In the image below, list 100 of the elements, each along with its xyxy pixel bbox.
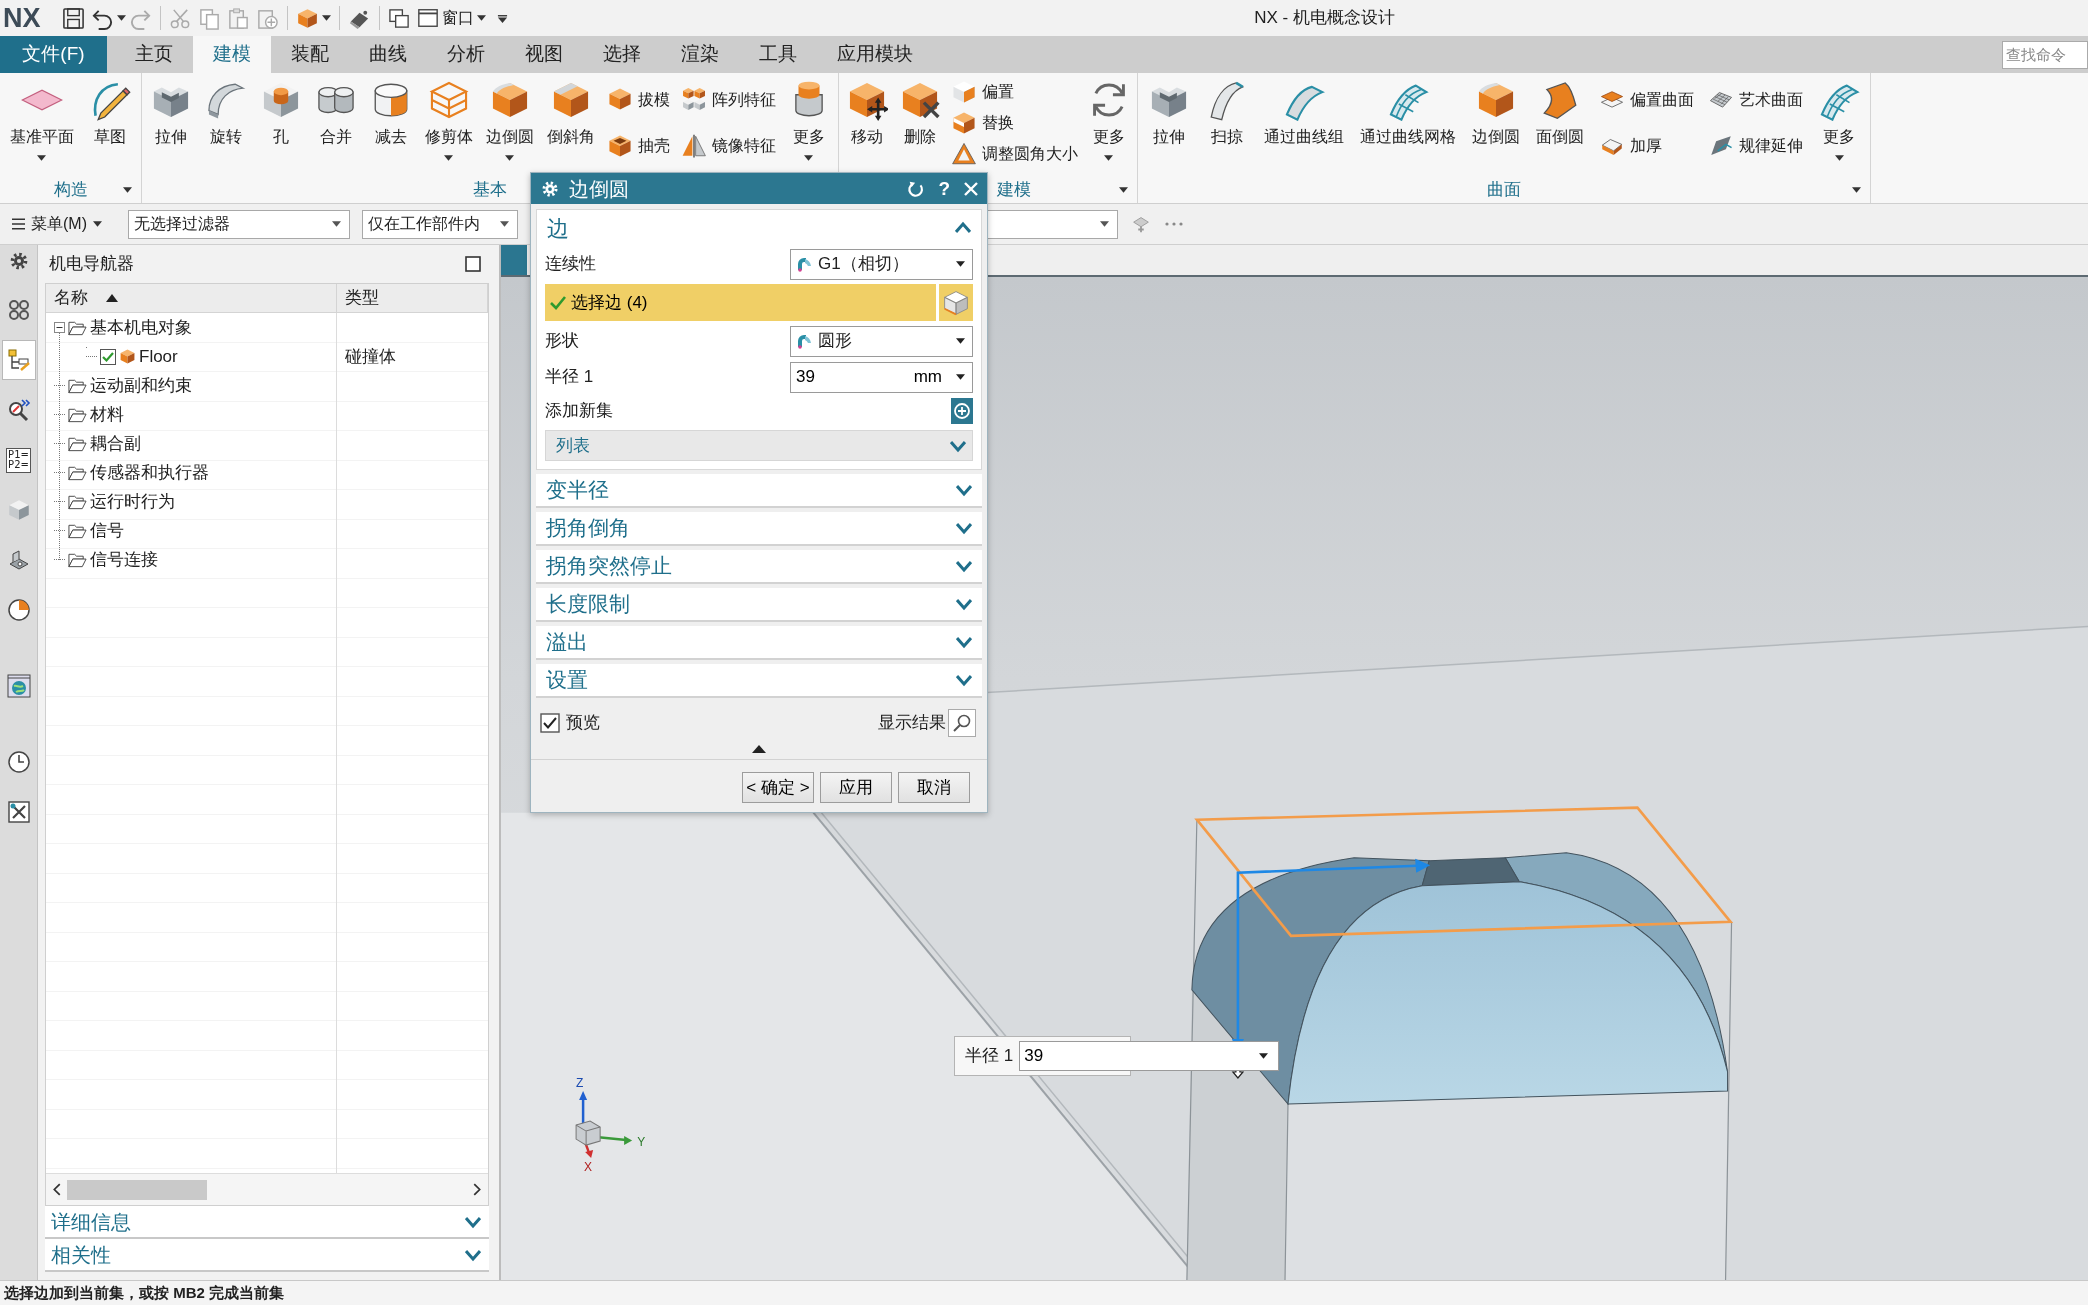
chevron-down-icon[interactable] [956, 597, 972, 611]
tree-node[interactable]: 信号 [90, 517, 124, 544]
chevron-down-icon[interactable] [465, 1247, 481, 1262]
chevron-down-icon[interactable] [956, 673, 972, 687]
ribbon-button[interactable]: 拉伸 [1145, 76, 1193, 147]
section-header[interactable]: 长度限制 [536, 588, 982, 622]
checkbox[interactable] [540, 713, 560, 733]
gear-icon[interactable] [541, 179, 559, 198]
scrollbar-thumb[interactable] [67, 1179, 207, 1200]
plus-icon[interactable] [951, 398, 973, 424]
tree-node[interactable]: 传感器和执行器 [90, 459, 209, 486]
ribbon-button[interactable]: 更多 [1815, 76, 1863, 162]
ribbon-tab[interactable]: 曲线 [349, 36, 427, 73]
selection-row[interactable]: 选择边 (4) [545, 284, 936, 321]
select-dropdown[interactable]: G1（相切） [790, 248, 973, 280]
ribbon-button[interactable]: 通过曲线组 [1261, 76, 1347, 147]
ribbon-button[interactable]: 偏置 [948, 78, 1080, 105]
chevron-down-icon[interactable] [465, 1214, 481, 1229]
dialog-button[interactable]: 取消 [898, 772, 970, 803]
ribbon-button[interactable]: 删除 [896, 76, 945, 147]
filter-dropdown[interactable]: 仅在工作部件内 [362, 209, 518, 239]
settings-icon[interactable] [8, 251, 29, 271]
dialog-button[interactable]: < 确定 > [742, 772, 814, 803]
section-header[interactable]: 拐角突然停止 [536, 550, 982, 584]
section-header[interactable]: 拐角倒角 [536, 512, 982, 546]
tree-node[interactable]: 信号连接 [90, 546, 158, 573]
ribbon-button[interactable]: 倒斜角 [543, 76, 598, 147]
ribbon-button[interactable]: 抽壳 [604, 132, 672, 159]
ribbon-button[interactable]: 调整圆角大小 [948, 140, 1080, 167]
ribbon-button[interactable]: 旋转 [202, 76, 251, 147]
tree-node[interactable]: 耦合副 [90, 430, 141, 457]
ribbon-button[interactable]: 孔 [257, 76, 306, 147]
ribbon-button[interactable]: 通过曲线网格 [1357, 76, 1459, 147]
ribbon-tab[interactable]: 工具 [739, 36, 817, 73]
ribbon-tab[interactable]: 主页 [115, 36, 193, 73]
ribbon-button[interactable]: 合并 [312, 76, 361, 147]
checkbox[interactable] [100, 348, 116, 365]
column-header[interactable]: 类型 [337, 284, 488, 312]
command-search-field[interactable]: 查找命令 [2002, 40, 2088, 69]
panel-header[interactable]: 详细信息 [45, 1206, 489, 1239]
up-arrow-icon[interactable] [752, 744, 766, 753]
ribbon-button[interactable]: 面倒圆 [1533, 76, 1587, 147]
caret-icon[interactable] [123, 187, 132, 193]
dialog-button[interactable]: 应用 [820, 772, 892, 803]
list-header[interactable]: 列表 [545, 430, 973, 461]
ribbon-button[interactable]: 减去 [367, 76, 416, 147]
caret-icon[interactable] [1852, 187, 1861, 193]
section-header[interactable]: 溢出 [536, 626, 982, 660]
tree-node[interactable]: 基本机电对象 [90, 314, 192, 341]
scroll-right-icon[interactable] [473, 1183, 482, 1196]
chevron-down-icon[interactable] [956, 635, 972, 649]
tree-node[interactable]: 运动副和约束 [90, 372, 192, 399]
show-result-button[interactable] [948, 709, 976, 737]
ribbon-button[interactable]: 规律延伸 [1706, 132, 1805, 159]
chevron-down-icon[interactable] [956, 521, 972, 535]
ribbon-button[interactable]: 拔模 [604, 86, 672, 113]
ribbon-button[interactable]: 基准平面 [6, 76, 77, 162]
minus-box-icon[interactable] [54, 322, 65, 333]
ribbon-button[interactable]: 边倒圆 [1469, 76, 1523, 147]
column-header[interactable]: 名称 [46, 284, 337, 312]
more-icon[interactable] [1164, 221, 1184, 227]
file-menu-tab[interactable]: 文件(F) [0, 36, 107, 73]
ribbon-button[interactable]: 修剪体 [422, 76, 476, 162]
ribbon-tab[interactable]: 装配 [271, 36, 349, 73]
resource-tab[interactable]: P1= P2= [1, 440, 36, 480]
section-header[interactable]: 边 [545, 210, 973, 246]
chevron-down-icon[interactable] [956, 559, 972, 573]
ribbon-tab[interactable]: 视图 [505, 36, 583, 73]
chevron-down-icon[interactable] [950, 438, 966, 453]
maximize-icon[interactable] [465, 256, 481, 272]
ribbon-button[interactable]: 加厚 [1597, 132, 1696, 159]
ribbon-button[interactable]: 扫掠 [1203, 76, 1251, 147]
ribbon-tab[interactable]: 选择 [583, 36, 661, 73]
ribbon-tab[interactable]: 渲染 [661, 36, 739, 73]
ribbon-button[interactable]: 艺术曲面 [1706, 86, 1805, 113]
ribbon-button[interactable]: 偏置曲面 [1597, 86, 1696, 113]
ribbon-tab[interactable]: 应用模块 [817, 36, 933, 73]
tree-node[interactable]: 材料 [90, 401, 124, 428]
caret-icon[interactable] [1119, 187, 1128, 193]
close-icon[interactable] [963, 180, 979, 197]
circular-arrow-icon[interactable] [907, 179, 926, 198]
customize-icon[interactable] [496, 12, 508, 24]
help-button[interactable]: ? [935, 179, 953, 198]
ribbon-tab[interactable]: 建模 [193, 36, 271, 73]
chevron-up-icon[interactable] [955, 221, 971, 235]
filter-dropdown[interactable]: 无选择过滤器 [128, 209, 350, 239]
ribbon-button[interactable]: 更多 [1084, 76, 1133, 162]
menu-button[interactable]: 菜单(M) [8, 210, 106, 238]
panel-header[interactable]: 相关性 [45, 1239, 489, 1272]
tree-node[interactable]: Floor [139, 343, 178, 370]
ribbon-tab[interactable]: 分析 [427, 36, 505, 73]
section-header[interactable]: 变半径 [536, 474, 982, 508]
scroll-left-icon[interactable] [52, 1183, 61, 1196]
ribbon-button[interactable]: 边倒圆 [482, 76, 537, 162]
ribbon-button[interactable]: 草图 [86, 76, 135, 147]
caret-icon[interactable] [116, 15, 126, 21]
ribbon-button[interactable]: 移动 [843, 76, 892, 147]
select-dropdown[interactable]: 圆形 [790, 325, 973, 357]
body-picker-button[interactable] [939, 284, 973, 321]
resource-tab[interactable] [1, 340, 36, 380]
